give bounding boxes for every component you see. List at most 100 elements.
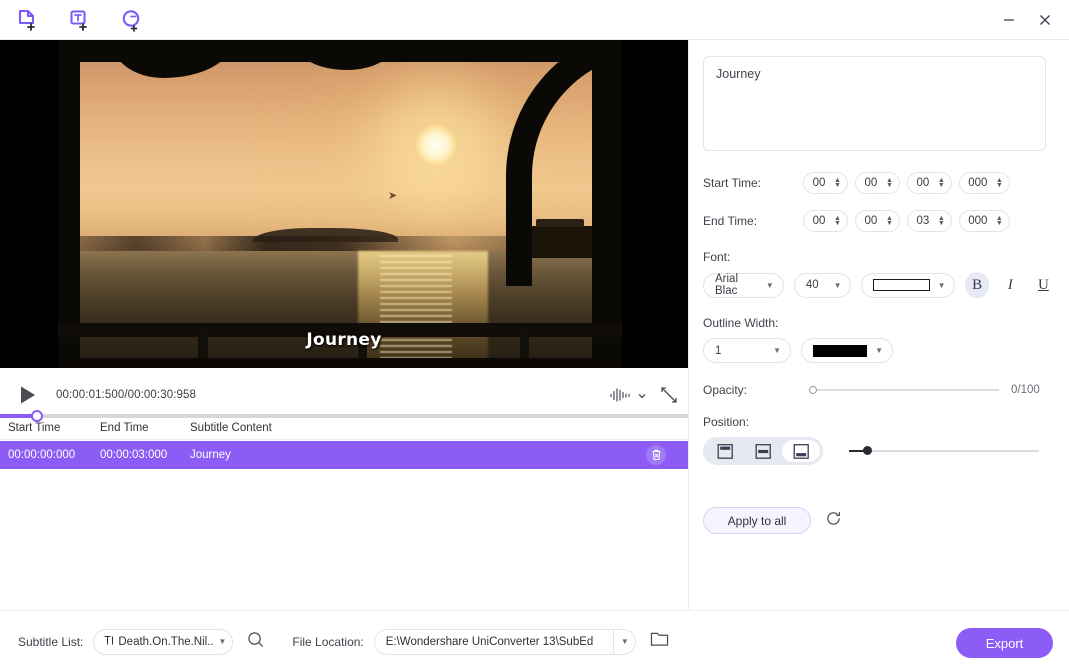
position-bottom-button[interactable] xyxy=(782,440,820,462)
preview-pane: ➤ Journey 00:00:01:500/00:00:30:958 Star… xyxy=(0,40,688,610)
chevron-down-icon: ▼ xyxy=(218,637,227,646)
outline-controls-row: 1 ▼ ▼ xyxy=(703,338,1055,363)
font-family-select[interactable]: Arial Blac ▼ xyxy=(703,272,784,298)
reset-icon[interactable] xyxy=(825,510,842,532)
stepper-arrows[interactable]: ▲ ▼ xyxy=(886,215,896,227)
search-icon[interactable] xyxy=(247,631,264,653)
position-top-button[interactable] xyxy=(706,440,744,462)
outline-width-label: Outline Width: xyxy=(703,316,779,330)
opacity-value: 0/100 xyxy=(1011,384,1040,396)
video-frame: ➤ xyxy=(58,40,622,368)
position-slider-handle[interactable] xyxy=(863,446,872,455)
start-minutes-input[interactable] xyxy=(855,177,886,189)
title-bar xyxy=(0,0,1069,40)
stepper-arrows[interactable]: ▲ ▼ xyxy=(996,177,1006,189)
row-end-time: 00:00:03:000 xyxy=(100,449,168,461)
stepper-arrows[interactable]: ▲ ▼ xyxy=(996,215,1006,227)
end-time-row: End Time: ▲▼ ▲▼ ▲▼ ▲▼ xyxy=(703,210,1055,232)
end-minutes-input[interactable] xyxy=(855,215,886,227)
subtitle-list-label: Subtitle List: xyxy=(18,634,84,649)
outline-width-select[interactable]: 1 ▼ xyxy=(703,338,791,363)
outline-color-swatch xyxy=(813,344,868,357)
chevron-down-icon: ▼ xyxy=(620,637,629,646)
stepper-arrows[interactable]: ▲ ▼ xyxy=(834,177,844,189)
audio-levels-icon[interactable] xyxy=(609,386,646,404)
minimize-button[interactable] xyxy=(991,4,1027,36)
column-header-start-time: Start Time xyxy=(8,421,61,434)
end-milliseconds-stepper[interactable]: ▲▼ xyxy=(958,210,1010,232)
add-media-file-icon[interactable] xyxy=(8,0,48,40)
stepper-arrows[interactable]: ▲ ▼ xyxy=(886,177,896,189)
open-folder-icon[interactable] xyxy=(650,631,669,653)
position-controls-row xyxy=(703,437,1055,465)
chevron-down-icon: ▼ xyxy=(875,346,883,355)
deck-floor xyxy=(58,358,622,368)
font-size-value: 40 xyxy=(805,279,819,291)
position-offset-slider[interactable] xyxy=(849,444,1039,458)
italic-label: I xyxy=(1007,276,1013,293)
bold-button[interactable]: B xyxy=(965,272,989,298)
font-color-swatch xyxy=(873,279,930,291)
opacity-slider[interactable] xyxy=(809,383,999,397)
end-hours-stepper[interactable]: ▲▼ xyxy=(803,210,848,232)
stepper-arrows[interactable]: ▲ ▼ xyxy=(938,215,948,227)
subtitle-settings-panel: Start Time: ▲▼ ▲▼ ▲▼ ▲▼ xyxy=(688,40,1069,610)
opacity-label: Opacity: xyxy=(703,383,748,397)
subtitle-file-icon xyxy=(103,635,114,649)
start-hours-stepper[interactable]: ▲▼ xyxy=(803,172,848,194)
start-seconds-input[interactable] xyxy=(907,177,938,189)
underline-button[interactable]: U xyxy=(1032,272,1055,298)
font-color-select[interactable]: ▼ xyxy=(861,272,956,298)
chevron-down-icon: ▼ xyxy=(773,346,781,355)
italic-button[interactable]: I xyxy=(999,272,1022,298)
apply-to-all-button[interactable]: Apply to all xyxy=(703,507,811,534)
auto-generate-subtitle-icon[interactable] xyxy=(112,0,152,40)
opacity-row: Opacity: 0/100 xyxy=(703,383,1055,397)
subtitle-list-select[interactable]: Death.On.The.Nil... ▼ xyxy=(93,628,234,655)
end-time-fields: ▲▼ ▲▼ ▲▼ ▲▼ xyxy=(803,210,1010,232)
file-location-label: File Location: xyxy=(292,634,364,649)
file-location-value: E:\Wondershare UniConverter 13\SubEd xyxy=(386,629,614,654)
end-hours-input[interactable] xyxy=(804,215,834,227)
row-start-time: 00:00:00:000 xyxy=(8,449,76,461)
chevron-down-icon: ▼ xyxy=(937,280,946,290)
delete-row-button[interactable] xyxy=(646,445,666,465)
opacity-slider-handle[interactable] xyxy=(809,386,817,394)
add-subtitle-file-icon[interactable] xyxy=(60,0,100,40)
stepper-arrows[interactable]: ▲ ▼ xyxy=(834,215,844,227)
start-time-label: Start Time: xyxy=(703,176,762,190)
export-button[interactable]: Export xyxy=(956,628,1053,658)
transport-bar: 00:00:01:500/00:00:30:958 xyxy=(0,376,688,414)
start-seconds-stepper[interactable]: ▲▼ xyxy=(906,172,952,194)
stepper-arrows[interactable]: ▲ ▼ xyxy=(938,177,948,189)
end-seconds-input[interactable] xyxy=(907,215,938,227)
time-display: 00:00:01:500/00:00:30:958 xyxy=(56,389,196,401)
start-milliseconds-input[interactable] xyxy=(959,177,996,189)
fullscreen-icon[interactable] xyxy=(660,386,678,404)
video-preview[interactable]: ➤ Journey xyxy=(0,40,688,368)
start-time-row: Start Time: ▲▼ ▲▼ ▲▼ ▲▼ xyxy=(703,172,1055,194)
start-minutes-stepper[interactable]: ▲▼ xyxy=(854,172,900,194)
end-seconds-stepper[interactable]: ▲▼ xyxy=(906,210,952,232)
subtitle-editor-window: ➤ Journey 00:00:01:500/00:00:30:958 Star… xyxy=(0,0,1069,672)
subtitle-table-body: 00:00:00:000 00:00:03:000 Journey xyxy=(0,441,688,610)
chevron-down-icon xyxy=(638,386,646,404)
close-button[interactable] xyxy=(1027,4,1063,36)
font-label: Font: xyxy=(703,250,731,264)
outline-color-select[interactable]: ▼ xyxy=(801,338,893,363)
end-milliseconds-input[interactable] xyxy=(959,215,996,227)
subtitle-text-input[interactable] xyxy=(703,56,1046,151)
underline-label: U xyxy=(1037,276,1049,293)
table-row[interactable]: 00:00:00:000 00:00:03:000 Journey xyxy=(0,441,688,469)
bold-label: B xyxy=(972,276,983,293)
file-location-select[interactable]: E:\Wondershare UniConverter 13\SubEd ▼ xyxy=(373,628,636,655)
outline-width-value: 1 xyxy=(715,344,722,357)
font-size-select[interactable]: 40 ▼ xyxy=(793,272,852,298)
start-hours-input[interactable] xyxy=(804,177,834,189)
window-controls xyxy=(991,0,1063,40)
end-minutes-stepper[interactable]: ▲▼ xyxy=(854,210,900,232)
start-milliseconds-stepper[interactable]: ▲▼ xyxy=(958,172,1010,194)
play-button[interactable] xyxy=(8,376,48,414)
subtitle-overlay-text: Journey xyxy=(306,330,382,350)
position-middle-button[interactable] xyxy=(744,440,782,462)
